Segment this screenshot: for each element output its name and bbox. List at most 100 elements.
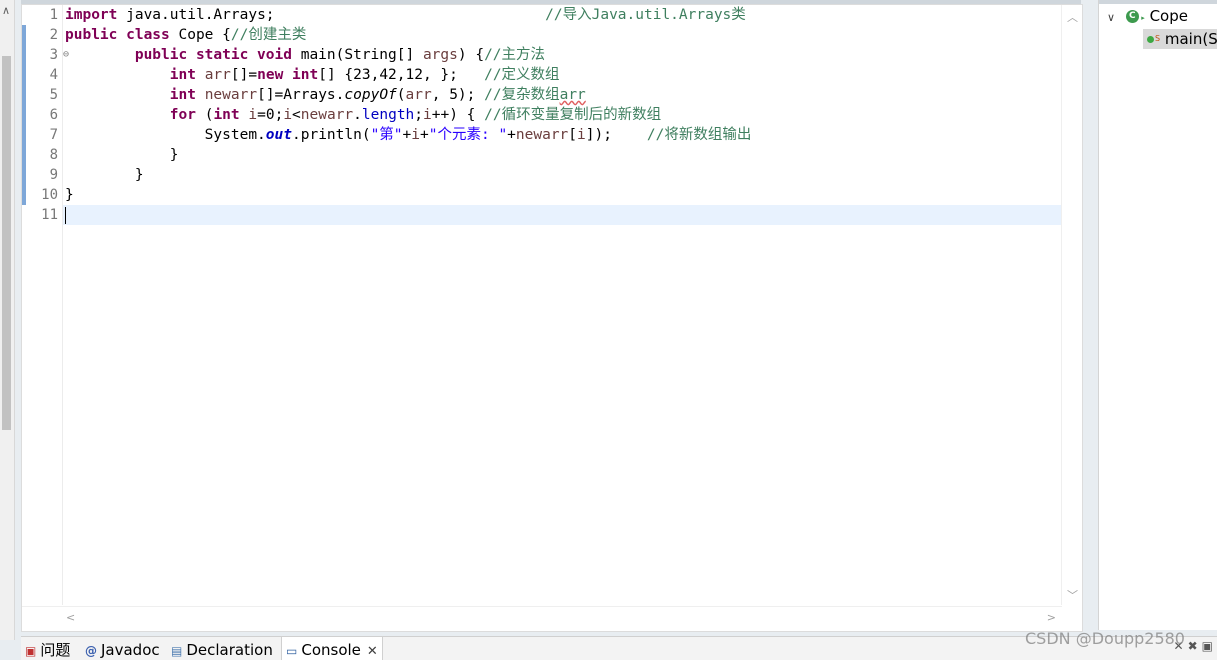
watermark: CSDN @Doupp2580 [1025,629,1185,648]
editor-horizontal-scrollbar[interactable]: < > [22,606,1062,631]
outline-class-node[interactable]: ∨ C ▸ Cope [1107,6,1188,26]
outline-method-node[interactable]: S main(S [1143,29,1217,49]
code-token: [ [568,127,578,143]
line-number: 8 [49,147,58,163]
code-token: i [283,107,293,123]
code-token: ( [396,87,406,103]
public-method-icon [1147,36,1154,43]
tab-problems[interactable]: ▣ 问题 [25,637,70,660]
code-token: } [65,167,144,183]
tab-label: Console [301,641,361,659]
code-line[interactable]: int arr[]=new int[] {23,42,12, }; //定义数组 [65,65,560,85]
code-line[interactable]: for (int i=0;i<newarr.length;i++) { //循环… [65,105,661,125]
outline-class-label: Cope [1149,7,1188,25]
code-line[interactable]: int newarr[]=Arrays.copyOf(arr, 5); //复杂… [65,85,586,105]
line-number: 9 [49,167,58,183]
code-token: ; [414,107,424,123]
static-marker: S [1155,34,1161,43]
scroll-left-icon[interactable]: < [66,611,75,624]
code-token: Cope { [169,27,231,43]
tab-label: Javadoc [101,641,160,659]
line-number: 4 [49,67,58,83]
code-editor[interactable]: 1 2 3 4 5 6 7 8 9 10 11 ⊖ import java.ut… [21,4,1083,632]
code-token: .println( [292,127,371,143]
code-text-area[interactable]: import java.util.Arrays; //导入Java.util.A… [62,5,1061,605]
code-token: i [411,127,421,143]
code-token: i [423,107,432,123]
outline-tab-strip-edge [1099,0,1217,4]
code-line[interactable]: public static void main(String[] args) {… [65,45,545,65]
code-token: ) { [457,47,485,63]
eclipse-window: ∧ 1 2 3 4 5 6 7 8 9 10 11 ⊖ import java.… [0,0,1217,660]
scroll-right-icon[interactable]: > [1047,611,1056,624]
scroll-up-icon[interactable]: ︿ [1067,9,1078,25]
code-line[interactable]: import java.util.Arrays; //导入Java.util.A… [65,5,746,25]
code-line[interactable]: System.out.println("第"+i+"个元素: "+newarr[… [65,125,752,145]
scroll-thumb[interactable] [2,56,11,430]
code-token: int [213,107,240,123]
code-token: length [361,107,415,123]
code-token: //循环变量复制后的新数组 [484,107,662,123]
line-number: 10 [41,187,58,203]
code-token: arr [405,87,432,103]
scroll-up-icon[interactable]: ∧ [2,4,10,17]
code-token: "第" [370,127,403,143]
chevron-down-icon[interactable]: ∨ [1107,8,1121,28]
code-token: ( [195,107,214,123]
code-token: copyOf [344,87,397,103]
code-token: < [292,107,301,123]
code-line[interactable]: } [65,185,74,205]
code-line[interactable]: } [65,145,179,165]
line-number: 7 [49,127,58,143]
code-token: int [169,87,196,103]
code-token: . [353,107,362,123]
editor-vertical-scrollbar[interactable]: ︿ ﹀ [1061,5,1082,605]
code-token: //定义数组 [484,67,560,83]
outline-method-label: main(S [1164,30,1217,48]
close-icon[interactable]: ✕ [367,644,378,659]
outline-panel: ∨ C ▸ Cope S main(S [1098,0,1217,630]
line-number: 5 [49,87,58,103]
declaration-icon: ▤ [171,644,183,658]
tab-console[interactable]: ▭ Console ✕ [281,637,383,660]
code-token: java.util.Arrays; [117,7,546,23]
code-line[interactable]: public class Cope {//创建主类 [65,25,306,45]
code-token: //创建主类 [230,27,307,43]
code-line[interactable]: } [65,165,144,185]
code-token: args [422,47,458,63]
code-token: "个元素: " [428,127,508,143]
code-token: out [265,127,292,143]
console-icon: ▭ [286,644,298,658]
code-token: + [402,127,412,143]
code-token: System. [65,127,266,143]
code-token: //导入Java.util.Arrays类 [545,7,746,23]
code-token: ]); [585,127,647,143]
scroll-down-icon[interactable]: ﹀ [1067,587,1078,603]
code-token: for [169,107,196,123]
code-token: newarr [204,87,258,103]
code-token: int [169,67,196,83]
code-token: arr [204,67,231,83]
code-token: [] {23,42,12, }; [318,67,485,83]
code-token: main(String[] [291,47,423,63]
line-number: 2 [49,27,58,43]
code-token: } [65,187,74,203]
code-token: arr [559,87,586,103]
code-token: =0; [257,107,284,123]
code-token: //主方法 [484,47,546,63]
code-token: new int [257,67,319,83]
javadoc-icon: @ [85,644,97,658]
line-number: 3 [49,47,58,63]
line-number-gutter: 1 2 3 4 5 6 7 8 9 10 11 ⊖ [34,5,69,605]
code-token: } [65,147,179,163]
tab-javadoc[interactable]: @ Javadoc [85,637,160,660]
tab-declaration[interactable]: ▤ Declaration [171,637,273,660]
outer-vertical-scrollbar[interactable]: ∧ [0,0,15,640]
code-token: //将新数组输出 [646,127,752,143]
line-number: 1 [49,7,58,23]
code-token: + [420,127,429,143]
